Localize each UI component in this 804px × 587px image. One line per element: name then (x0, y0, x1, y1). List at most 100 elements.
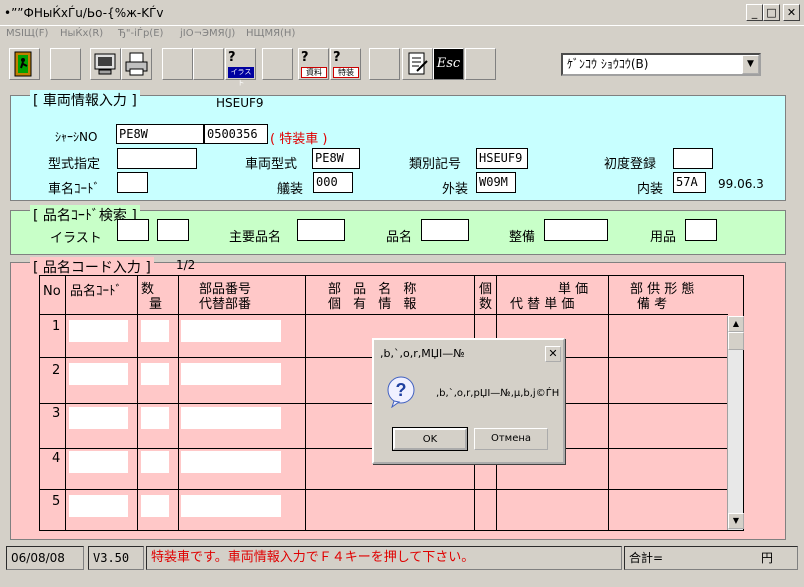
printer-button[interactable] (121, 48, 152, 80)
partno-cell[interactable] (181, 451, 281, 473)
main-name-field[interactable] (297, 219, 345, 241)
scroll-thumb[interactable] (728, 332, 744, 350)
material-help-button[interactable]: ? 資料 (298, 48, 329, 80)
qty-cell[interactable] (141, 495, 169, 517)
toolbar-blank-button[interactable] (262, 48, 293, 80)
row-number: 4 (52, 451, 61, 466)
confirm-dialog: ,b,`,o,r,MЏI—№ ✕ ? ,b,`,o,r,pЏI—№,µ,b,ј©… (372, 338, 565, 464)
status-total: 合計= 円 (624, 546, 798, 570)
interior-field[interactable]: 57A (673, 172, 706, 193)
toolbar-blank-button[interactable] (50, 48, 81, 80)
type-spec-field[interactable] (117, 148, 197, 169)
illust-field-1[interactable] (117, 219, 149, 241)
interior-label: 内装 (637, 182, 664, 197)
scroll-up-icon[interactable]: ▲ (728, 316, 744, 332)
special-help-button[interactable]: ? 特装 (330, 48, 361, 80)
col-price-1: 単 価 (558, 282, 589, 297)
parts-page-indicator: 1/2 (176, 258, 196, 272)
special-vehicle-note: ( 特装車 ) (270, 132, 328, 147)
qty-cell[interactable] (141, 320, 169, 342)
chevron-down-icon[interactable]: ▼ (742, 55, 759, 74)
col-no: No (43, 284, 61, 299)
close-button[interactable]: ✕ (783, 4, 800, 21)
material-label: 資料 (301, 67, 327, 78)
total-label: 合計= (629, 551, 664, 565)
total-currency: 円 (760, 551, 773, 565)
cancel-button[interactable]: Отмена (474, 428, 548, 450)
equip-label: 艤装 (277, 182, 304, 197)
menu-jump[interactable]: јIO¬ЭМЯ(J) (180, 28, 235, 39)
partno-cell[interactable] (181, 363, 281, 385)
special-label: 特装 (333, 67, 359, 78)
exterior-field[interactable]: W09M (476, 172, 516, 193)
partno-cell[interactable] (181, 320, 281, 342)
maximize-button[interactable]: □ (763, 4, 780, 21)
vehicle-group-label: [ 車両情報入力 ] (30, 90, 140, 110)
monitor-icon (94, 53, 116, 75)
maintenance-label: 整備 (509, 230, 536, 245)
chassis-number-field[interactable]: 0500356 (204, 124, 268, 144)
partno-cell[interactable] (181, 495, 281, 517)
mode-combo[interactable]: ｹﾞﾝｺｳ ｼｮｳｺｳ(B) ▼ (561, 53, 761, 76)
toolbar-blank-button[interactable] (193, 48, 224, 80)
illust-label: イラスト (50, 231, 102, 246)
menu-search[interactable]: НыЌх(R) (60, 28, 103, 39)
col-count-2: 数 (479, 297, 493, 312)
code-cell[interactable] (69, 451, 128, 473)
minimize-button[interactable]: _ (746, 4, 763, 21)
exit-button[interactable] (9, 48, 40, 80)
row-number: 5 (52, 494, 61, 509)
col-count-1: 個 (479, 282, 493, 297)
class-field[interactable]: HSEUF9 (476, 148, 528, 169)
qty-cell[interactable] (141, 407, 169, 429)
illust-help-button[interactable]: ? イラスト (225, 48, 256, 87)
status-version: V3.50 (88, 546, 144, 570)
partno-cell[interactable] (181, 407, 281, 429)
name-label: 品名 (386, 230, 413, 245)
main-name-label: 主要品名 (229, 230, 282, 245)
col-partno-1: 部品番号 (199, 282, 252, 297)
code-cell[interactable] (69, 320, 128, 342)
model-code: HSEUF9 (216, 96, 264, 110)
vehicle-model-field[interactable]: PE8W (312, 148, 360, 169)
chassis-prefix-field[interactable]: PE8W (116, 124, 204, 144)
escape-button[interactable]: Esc (433, 48, 464, 80)
first-reg-label: 初度登録 (604, 157, 657, 172)
code-cell[interactable] (69, 407, 128, 429)
code-cell[interactable] (69, 363, 128, 385)
illust-label: イラスト (228, 67, 254, 87)
maintenance-field[interactable] (544, 219, 608, 241)
first-reg-field[interactable] (673, 148, 713, 169)
car-code-field[interactable] (117, 172, 148, 193)
col-qty-2: 量 (149, 297, 163, 312)
menu-bar: МЅIЩ(F) НыЌх(R) Ђ"-iЃp(E) јIO¬ЭМЯ(J) НЩМ… (0, 26, 804, 43)
qty-cell[interactable] (141, 363, 169, 385)
menu-help[interactable]: НЩМЯ(H) (246, 28, 295, 39)
col-form-2: 備 考 (637, 297, 668, 312)
qty-cell[interactable] (141, 451, 169, 473)
illust-field-2[interactable] (157, 219, 189, 241)
menu-file[interactable]: МЅIЩ(F) (6, 28, 48, 39)
toolbar-blank-button[interactable] (369, 48, 400, 80)
scroll-down-icon[interactable]: ▼ (728, 513, 744, 529)
status-date: 06/08/08 (6, 546, 84, 570)
col-form-1: 部 供 形 態 (630, 282, 695, 297)
exterior-label: 外装 (442, 182, 469, 197)
code-cell[interactable] (69, 495, 128, 517)
menu-edit[interactable]: Ђ"-iЃp(E) (118, 28, 163, 39)
dialog-message: ,b,`,o,r,pЏI—№,µ,b,ј©ЃН (436, 388, 560, 399)
document-icon (408, 52, 428, 75)
col-price-2: 代 替 単 価 (510, 297, 575, 312)
equip-field[interactable]: 000 (313, 172, 353, 193)
monitor-button[interactable] (90, 48, 121, 80)
chassis-label: ｼｬｰｼNO (55, 130, 98, 144)
toolbar-blank-button[interactable] (465, 48, 496, 80)
dialog-close-button[interactable]: ✕ (545, 346, 561, 362)
row-number: 2 (52, 363, 61, 378)
parts-scrollbar[interactable]: ▲ ▼ (727, 316, 744, 530)
document-button[interactable] (402, 48, 433, 80)
toolbar-blank-button[interactable] (162, 48, 193, 80)
ok-button[interactable]: OK (392, 427, 468, 451)
name-field[interactable] (421, 219, 469, 241)
supplies-field[interactable] (685, 219, 717, 241)
